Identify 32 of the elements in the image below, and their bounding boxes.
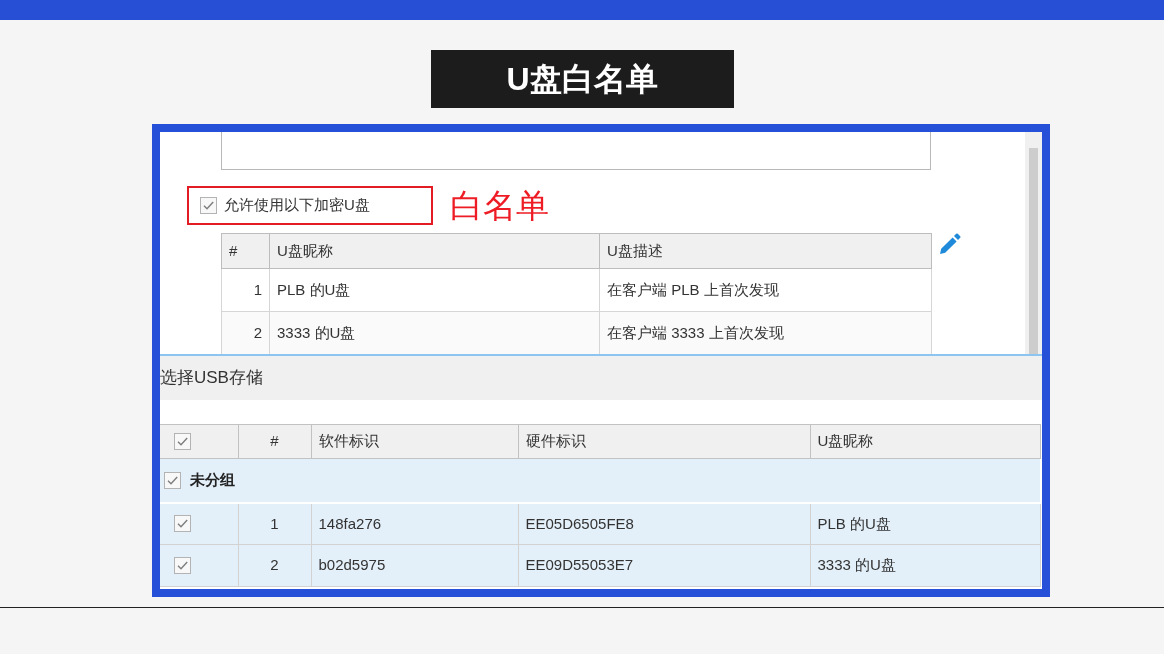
table-cell: 1 <box>238 502 311 545</box>
table-cell: EE09D55053E7 <box>518 544 810 587</box>
table-cell: 1 <box>221 268 270 312</box>
page-title: U盘白名单 <box>430 50 734 108</box>
checkbox[interactable] <box>164 471 181 489</box>
table-cell: 148fa276 <box>311 502 518 545</box>
group-label[interactable]: 未分组 <box>190 469 235 492</box>
column-header[interactable]: # <box>221 233 270 269</box>
table-cell: 2 <box>238 544 311 587</box>
annotation-text: 白名单 <box>450 189 549 222</box>
table-cell: 在客户端 PLB 上首次发现 <box>599 268 932 312</box>
column-header[interactable]: # <box>238 424 311 459</box>
column-header[interactable]: U盘描述 <box>599 233 932 269</box>
checkbox[interactable] <box>174 557 191 574</box>
table-cell: EE05D6505FE8 <box>518 502 810 545</box>
column-header[interactable]: 软件标识 <box>311 424 518 459</box>
panel-title: 选择USB存储 <box>160 367 263 390</box>
checkbox[interactable] <box>174 433 191 450</box>
scrollbar[interactable] <box>1025 132 1042 354</box>
text-area-field[interactable] <box>221 132 931 170</box>
column-header[interactable]: U盘昵称 <box>810 424 1040 459</box>
table-cell: b02d5975 <box>311 544 518 587</box>
checkbox[interactable] <box>200 197 217 214</box>
table-cell: PLB 的U盘 <box>269 268 600 312</box>
checkbox-label: 允许使用以下加密U盘 <box>224 195 370 216</box>
column-header[interactable]: U盘昵称 <box>269 233 600 269</box>
table-cell: 2 <box>221 311 270 354</box>
column-header[interactable]: 硬件标识 <box>518 424 810 459</box>
checkbox[interactable] <box>174 515 191 533</box>
pencil-icon[interactable] <box>939 233 961 255</box>
table-cell: 3333 的U盘 <box>810 544 1040 587</box>
table-cell: PLB 的U盘 <box>810 502 1040 545</box>
